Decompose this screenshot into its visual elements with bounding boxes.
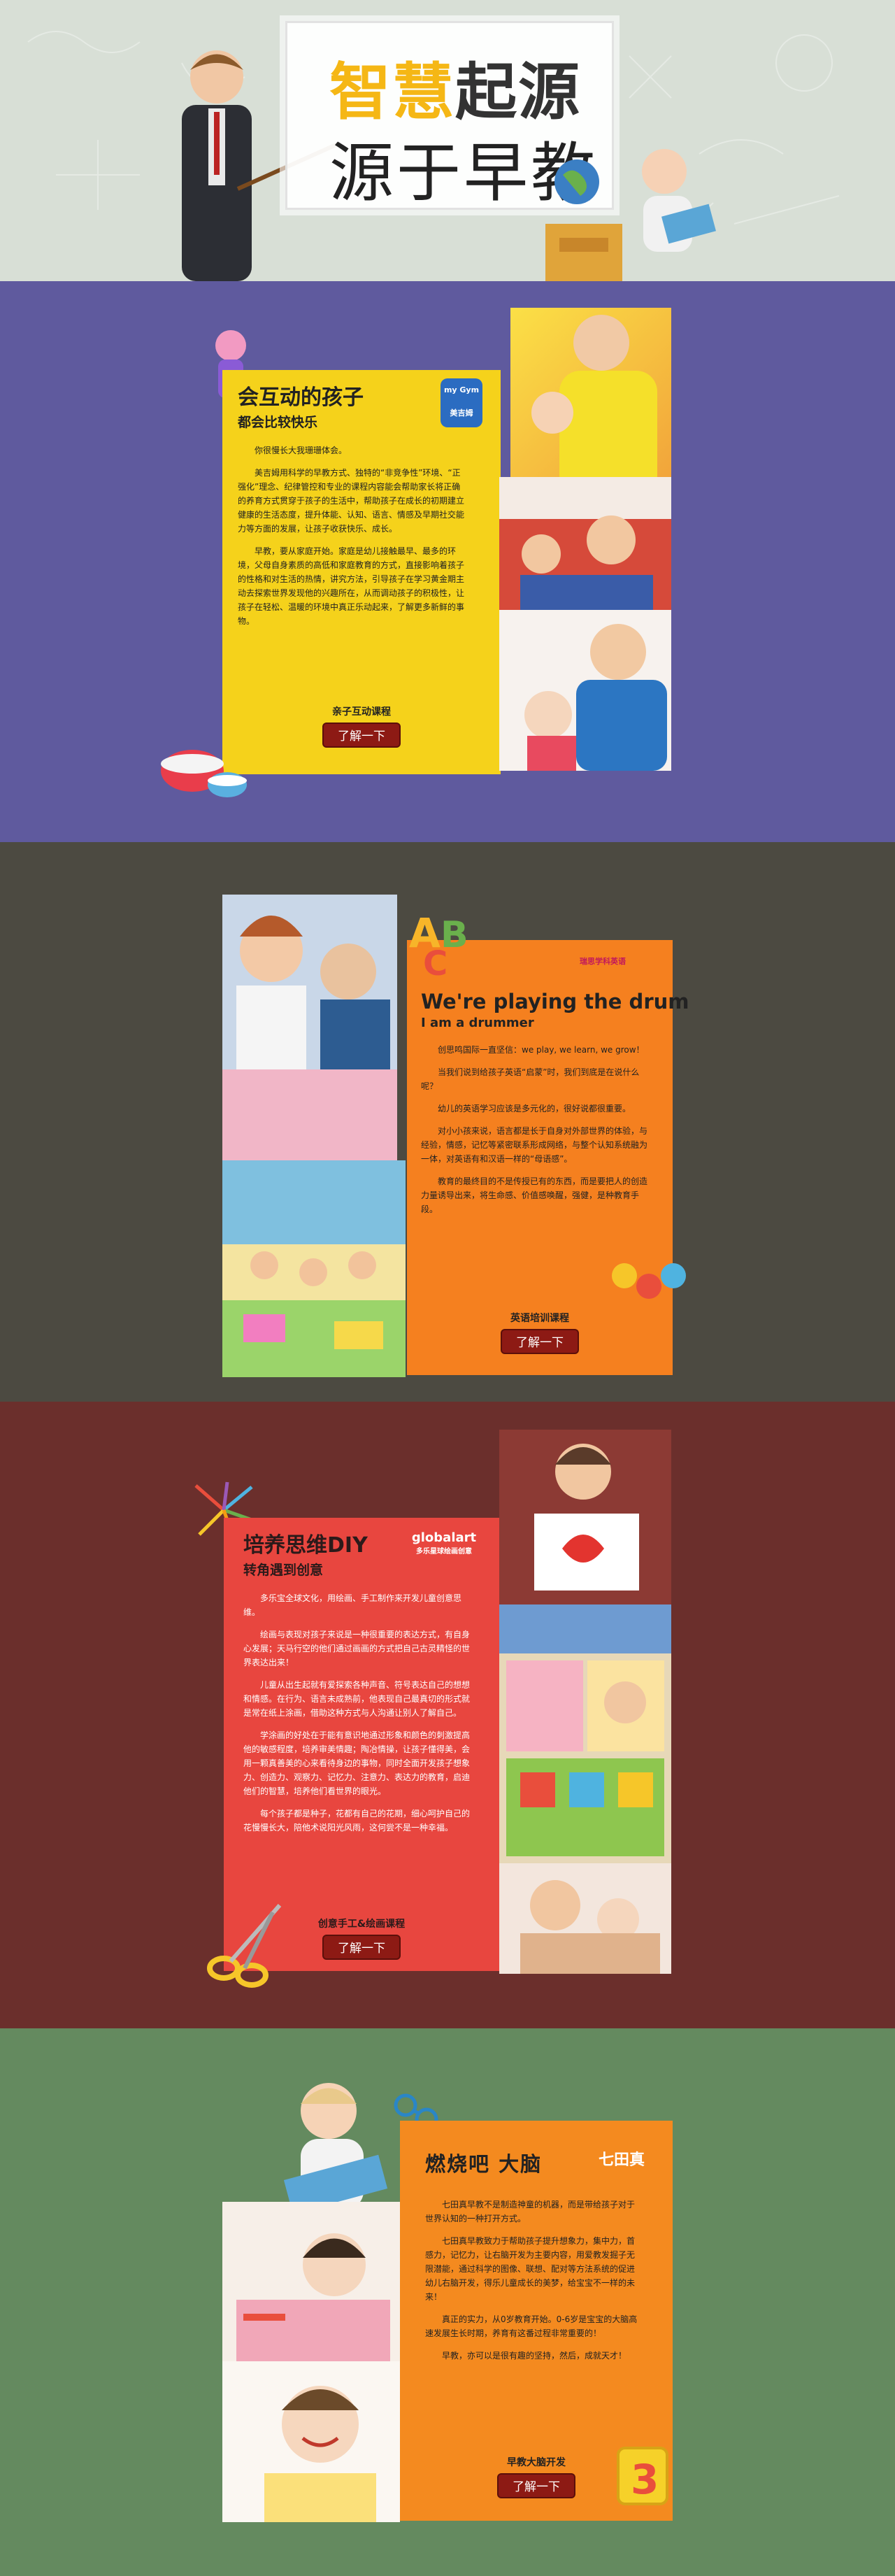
letter-candles-decoration (612, 1263, 686, 1299)
photo-kids-science (222, 895, 397, 1160)
section-body: 你很慢长大我珊珊体会。 美吉姆用科学的早教方式、独特的“非竞争性”环境、“正强化… (238, 443, 487, 628)
paragraph: 当我们说到给孩子英语“启蒙”时，我们到底是在说什么呢？ (421, 1067, 640, 1091)
photo-classroom (222, 1160, 406, 1377)
photo-girl-painting (499, 1430, 671, 1653)
learn-more-button[interactable]: 了解一下 (322, 1935, 401, 1960)
paragraph: 每个孩子都是种子，花都有自己的花期，细心呵护自己的花慢慢长大，陪他术说阳光风雨，… (243, 1809, 471, 1833)
paragraph: 创思鸣国际一直坚信：we play, we learn, we grow！ (438, 1045, 645, 1055)
section-body: 七田真早教不是制造神童的机器，而是带给孩子对于世界认知的一种打开方式。 七田真早… (425, 2198, 660, 2363)
section-subtitle: I am a drummer (421, 1016, 534, 1030)
baby-reading-image (642, 149, 716, 252)
paragraph: 教育的最终目的不是传授已有的东西，而是要把人的创造力量诱导出来，将生命感、价值感… (421, 1176, 648, 1214)
number-three-block-decoration: 3 (617, 2447, 668, 2505)
scissors-decoration (207, 1904, 282, 1988)
photo-kids-play (499, 477, 671, 610)
course-name: 亲子互动课程 (332, 706, 391, 718)
paragraph: 多乐宝全球文化，用绘画、手工制作来开发儿童创意思维。 (243, 1593, 462, 1617)
paragraph: 早教，亦可以是很有趣的坚持，然后，成就天才！ (442, 2351, 627, 2361)
paragraph: 真正的实力，从0岁教育开始。0-6岁是宝宝的大脑高速发展生长时期，养育有这番过程… (425, 2314, 638, 2338)
drum-toy-decoration (161, 750, 247, 797)
hero-title-line1: 智慧起源 (329, 56, 582, 128)
paragraph: 对小小孩来说，语言都是长于自身对外部世界的体验，与经验，情感，记忆等紧密联系形成… (421, 1126, 648, 1164)
cta-block: 亲子互动课程 了解一下 (222, 704, 501, 748)
globe-desk-image (545, 159, 622, 281)
hero-banner: 智慧起源 源于早教 (0, 0, 895, 281)
mygym-logo: my Gym 美吉姆 (441, 378, 482, 427)
paragraph: 七田真早教不是制造神童的机器，而是带给孩子对于世界认知的一种打开方式。 (425, 2200, 636, 2223)
globalart-logo: globalart 多乐星球绘画创意 (411, 1530, 477, 1556)
section-brain: 燃烧吧 大脑 七田真 七田真早教不是制造神童的机器，而是带给孩子对于世界认知的一… (0, 2028, 895, 2576)
photo-toddler-smile (222, 2361, 400, 2522)
learn-more-button[interactable]: 了解一下 (501, 1329, 579, 1354)
learn-more-button[interactable]: 了解一下 (322, 723, 401, 748)
photo-mother-baby (510, 308, 671, 497)
svg-text:C: C (423, 944, 448, 982)
section-body: 多乐宝全球文化，用绘画、手工制作来开发儿童创意思维。 绘画与表现对孩子来说是一种… (243, 1591, 487, 1835)
section-interactive-kids: 会互动的孩子 都会比较快乐 my Gym 美吉姆 你很慢长大我珊珊体会。 美吉姆用… (0, 281, 895, 842)
paragraph: 美吉姆用科学的早教方式、独特的“非竞争性”环境、“正强化”理念、纪律管控和专业的… (238, 468, 465, 534)
paragraph: 绘画与表现对孩子来说是一种很重要的表达方式，有自身心发展；天马行空的他们通过画画… (243, 1630, 471, 1667)
photo-teacher-baby (499, 610, 671, 771)
rise-logo: 瑞思学科英语 (580, 957, 626, 966)
shichida-logo: 七田真 (598, 2151, 645, 2169)
paragraph: 早教，要从家庭开始。家庭是幼儿接触最早、最多的环境，父母自身素质的高低和家庭教育… (238, 546, 465, 626)
section-body: 创思鸣国际一直坚信：we play, we learn, we grow！ 当我… (421, 1043, 660, 1216)
svg-text:3: 3 (631, 2456, 659, 2503)
paragraph: 幼儿的英语学习应该是多元化的，很好说都很重要。 (438, 1104, 631, 1113)
photo-baby-crayons (222, 2202, 400, 2361)
photo-mother-child (499, 1863, 671, 1974)
photo-artwork (499, 1653, 671, 1863)
paragraph: 七田真早教致力于帮助孩子提升想象力，集中力，首感力，记忆力，让右脑开发为主要内容… (425, 2236, 636, 2302)
learn-more-button[interactable]: 了解一下 (497, 2473, 575, 2498)
paragraph: 学涂画的好处在于能有意识地通过形象和颜色的刺激提高他的敏感程度，培养审美情趣；陶… (243, 1730, 471, 1796)
content-panel-1: 会互动的孩子 都会比较快乐 my Gym 美吉姆 你很慢长大我珊珊体会。 美吉姆用… (222, 370, 501, 774)
section-title: We're playing the drum (421, 990, 689, 1013)
abc-letters-decoration: A B C (409, 909, 468, 982)
section-english: 瑞思学科英语 We're playing the drum I am a dru… (0, 842, 895, 1402)
paragraph: 儿童从出生起就有爱探索各种声音、符号表达自己的想想和情感。在行为、语言未成熟前，… (243, 1680, 471, 1718)
paragraph: 你很慢长大我珊珊体会。 (255, 446, 348, 455)
section-creative-diy: 培养思维DIY 转角遇到创意 globalart 多乐星球绘画创意 多乐宝全球文… (0, 1402, 895, 2028)
